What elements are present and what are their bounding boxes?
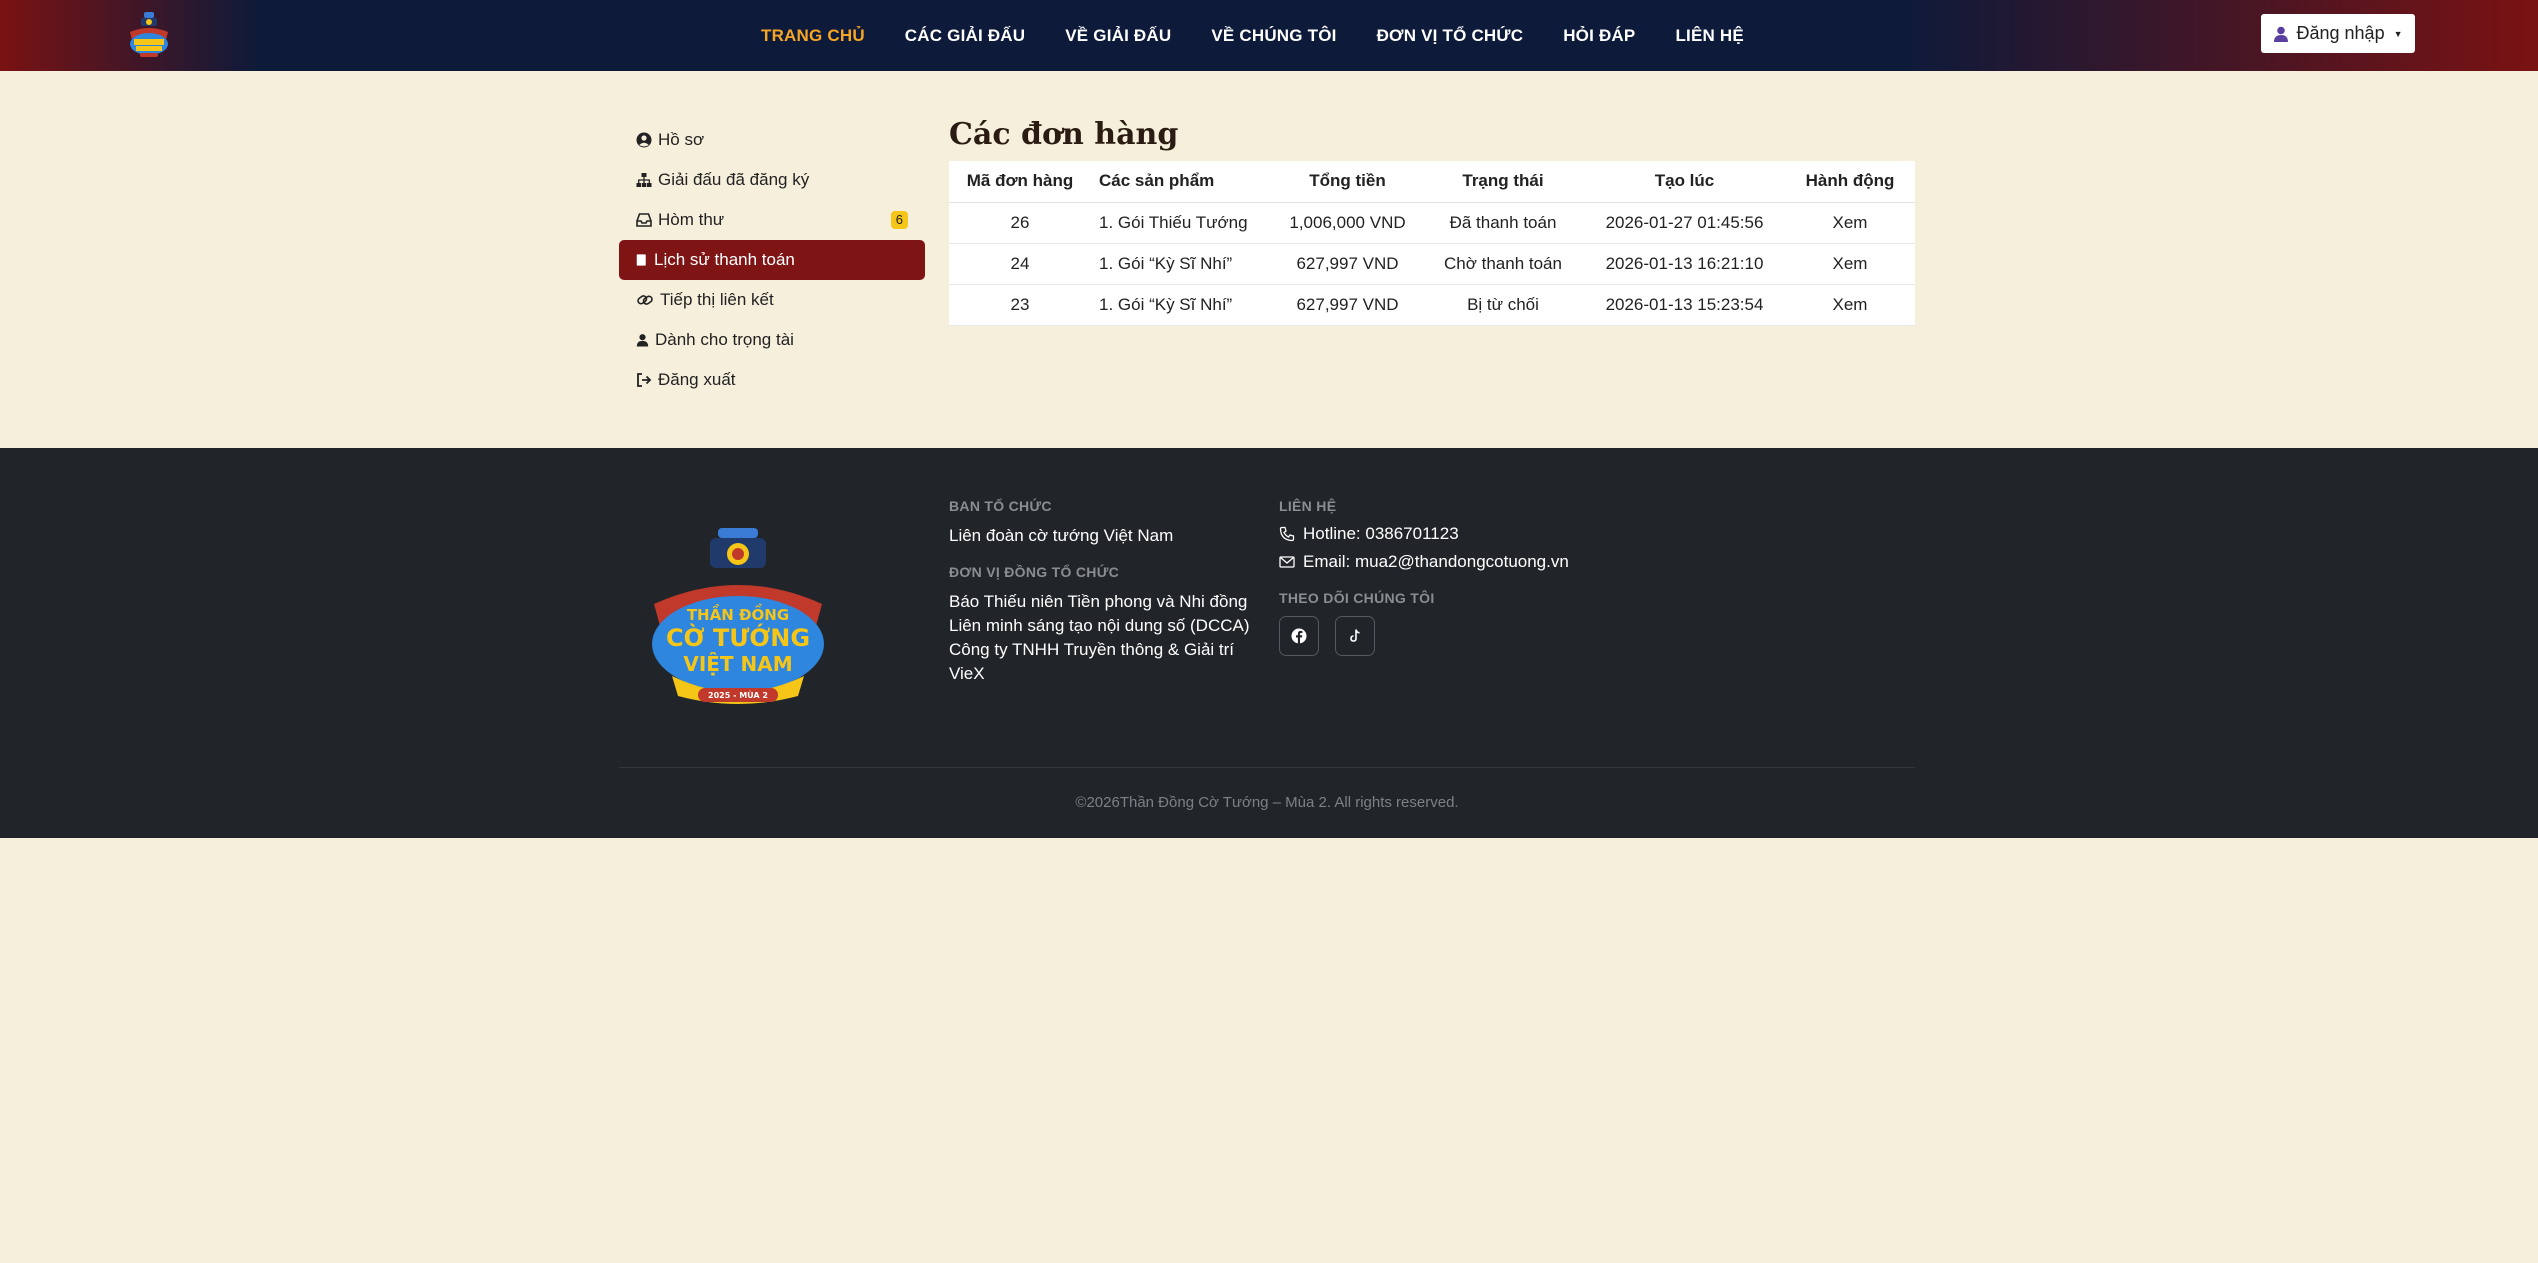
svg-text:CỜ TƯỚNG: CỜ TƯỚNG bbox=[666, 622, 810, 652]
order-status: Chờ thanh toán bbox=[1422, 243, 1584, 285]
order-created-at: 2026-01-27 01:45:56 bbox=[1584, 202, 1785, 244]
footer-divider bbox=[619, 767, 1915, 768]
table-row: 26 1. Gói Thiếu Tướng 1,006,000 VND Đã t… bbox=[949, 202, 1915, 244]
main-nav: TRANG CHỦ CÁC GIẢI ĐẤU VỀ GIẢI ĐẤU VỀ CH… bbox=[761, 0, 1784, 71]
view-order-link[interactable]: Xem bbox=[1785, 243, 1915, 285]
page-title: Các đơn hàng bbox=[949, 117, 1179, 152]
user-tie-icon bbox=[636, 334, 649, 347]
link-icon bbox=[637, 295, 653, 305]
column-header: Tạo lúc bbox=[1584, 161, 1785, 203]
hotline-row[interactable]: Hotline: 0386701123 bbox=[1279, 520, 1639, 548]
footer-organizers: BAN TỔ CHỨC Liên đoàn cờ tướng Việt Nam … bbox=[949, 498, 1259, 686]
svg-text:VIỆT NAM: VIỆT NAM bbox=[683, 652, 792, 676]
email-row[interactable]: Email: mua2@thandongcotuong.vn bbox=[1279, 548, 1639, 576]
order-created-at: 2026-01-13 15:23:54 bbox=[1584, 284, 1785, 326]
hotline-text: Hotline: 0386701123 bbox=[1303, 524, 1459, 543]
nav-about-tournament[interactable]: VỀ GIẢI ĐẤU bbox=[1065, 26, 1171, 46]
sidebar-item-label: Lịch sử thanh toán bbox=[654, 250, 795, 269]
user-icon bbox=[2273, 26, 2288, 42]
sidebar-item-label: Dành cho trọng tài bbox=[655, 330, 794, 349]
footer-contact: LIÊN HỆ Hotline: 0386701123 Email: mua2@… bbox=[1279, 498, 1639, 656]
nav-organizers[interactable]: ĐƠN VỊ TỔ CHỨC bbox=[1377, 26, 1524, 46]
co-organizer-name: VieX bbox=[949, 664, 985, 683]
view-order-link[interactable]: Xem bbox=[1785, 202, 1915, 244]
follow-heading: THEO DÕI CHÚNG TÔI bbox=[1279, 590, 1435, 606]
facebook-icon bbox=[1291, 628, 1307, 644]
view-order-link[interactable]: Xem bbox=[1785, 284, 1915, 326]
sidebar-item-label: Hòm thư bbox=[658, 210, 725, 229]
site-logo[interactable] bbox=[126, 10, 172, 60]
order-total: 1,006,000 VND bbox=[1273, 202, 1422, 244]
inbox-count-badge: 6 bbox=[890, 211, 908, 229]
column-header: Tổng tiền bbox=[1273, 161, 1422, 203]
tiktok-button[interactable] bbox=[1335, 616, 1375, 656]
site-footer: THẦN ĐỒNG CỜ TƯỚNG VIỆT NAM 2025 - MÙA 2… bbox=[0, 448, 2538, 838]
order-id: 24 bbox=[949, 243, 1091, 285]
organizer-name: Liên đoàn cờ tướng Việt Nam bbox=[949, 526, 1174, 545]
inbox-icon bbox=[636, 213, 652, 227]
user-circle-icon bbox=[636, 132, 652, 148]
sign-out-icon bbox=[637, 373, 652, 387]
sidebar-item-registered-tournaments[interactable]: Giải đấu đã đăng ký bbox=[619, 160, 925, 200]
contact-heading: LIÊN HỆ bbox=[1279, 498, 1337, 514]
order-total: 627,997 VND bbox=[1273, 243, 1422, 285]
sidebar-item-logout[interactable]: Đăng xuất bbox=[619, 360, 925, 400]
order-products: 1. Gói “Kỳ Sĩ Nhí” bbox=[1091, 284, 1273, 326]
footer-logo: THẦN ĐỒNG CỜ TƯỚNG VIỆT NAM 2025 - MÙA 2 bbox=[652, 528, 824, 704]
sidebar-item-affiliate[interactable]: Tiếp thị liên kết bbox=[619, 280, 925, 320]
column-header: Mã đơn hàng bbox=[949, 161, 1091, 203]
order-products: 1. Gói “Kỳ Sĩ Nhí” bbox=[1091, 243, 1273, 285]
tiktok-icon bbox=[1350, 629, 1360, 642]
sidebar-item-referee[interactable]: Dành cho trọng tài bbox=[619, 320, 925, 360]
table-row: 23 1. Gói “Kỳ Sĩ Nhí” 627,997 VND Bị từ … bbox=[949, 284, 1915, 326]
co-organizer-name: Báo Thiếu niên Tiền phong và Nhi đồng bbox=[949, 592, 1248, 611]
column-header: Trạng thái bbox=[1422, 161, 1584, 203]
sidebar-item-label: Tiếp thị liên kết bbox=[660, 290, 774, 309]
social-links bbox=[1279, 616, 1639, 656]
sidebar-item-label: Giải đấu đã đăng ký bbox=[658, 170, 810, 189]
svg-text:2025 - MÙA 2: 2025 - MÙA 2 bbox=[708, 689, 768, 700]
column-header: Hành động bbox=[1785, 161, 1915, 203]
email-text: Email: mua2@thandongcotuong.vn bbox=[1303, 552, 1569, 571]
receipt-icon bbox=[636, 254, 646, 266]
sidebar-item-profile[interactable]: Hồ sơ bbox=[619, 120, 925, 160]
order-id: 26 bbox=[949, 202, 1091, 244]
order-created-at: 2026-01-13 16:21:10 bbox=[1584, 243, 1785, 285]
sidebar-item-label: Đăng xuất bbox=[658, 370, 736, 389]
top-navbar: TRANG CHỦ CÁC GIẢI ĐẤU VỀ GIẢI ĐẤU VỀ CH… bbox=[0, 0, 2538, 71]
login-dropdown-button[interactable]: Đăng nhập ▼ bbox=[2261, 14, 2415, 53]
nav-tournaments[interactable]: CÁC GIẢI ĐẤU bbox=[905, 26, 1025, 46]
table-row: 24 1. Gói “Kỳ Sĩ Nhí” 627,997 VND Chờ th… bbox=[949, 243, 1915, 285]
sitemap-icon bbox=[636, 173, 652, 187]
facebook-button[interactable] bbox=[1279, 616, 1319, 656]
sidebar-item-inbox[interactable]: Hòm thư 6 bbox=[619, 200, 925, 240]
nav-faq[interactable]: HỎI ĐÁP bbox=[1563, 26, 1635, 46]
svg-text:THẦN ĐỒNG: THẦN ĐỒNG bbox=[687, 602, 789, 624]
caret-down-icon: ▼ bbox=[2393, 28, 2403, 39]
nav-about-us[interactable]: VỀ CHÚNG TÔI bbox=[1211, 26, 1336, 46]
sidebar-item-payment-history[interactable]: Lịch sử thanh toán bbox=[619, 240, 925, 280]
envelope-icon bbox=[1279, 556, 1295, 568]
table-header-row: Mã đơn hàng Các sản phẩm Tổng tiền Trạng… bbox=[949, 161, 1915, 203]
nav-contact[interactable]: LIÊN HỆ bbox=[1675, 26, 1743, 46]
order-id: 23 bbox=[949, 284, 1091, 326]
co-organizer-heading: ĐƠN VỊ ĐỒNG TỔ CHỨC bbox=[949, 564, 1120, 580]
order-status: Bị từ chối bbox=[1422, 284, 1584, 326]
order-status: Đã thanh toán bbox=[1422, 202, 1584, 244]
co-organizer-name: Liên minh sáng tạo nội dung số (DCCA) bbox=[949, 616, 1250, 635]
column-header: Các sản phẩm bbox=[1091, 161, 1273, 203]
order-products: 1. Gói Thiếu Tướng bbox=[1091, 202, 1273, 244]
sidebar-item-label: Hồ sơ bbox=[658, 130, 705, 149]
account-sidebar: Hồ sơ Giải đấu đã đăng ký Hòm thư 6 Lịch… bbox=[619, 120, 925, 400]
phone-icon bbox=[1279, 526, 1295, 542]
nav-home[interactable]: TRANG CHỦ bbox=[761, 26, 865, 46]
login-label: Đăng nhập bbox=[2296, 23, 2385, 43]
order-total: 627,997 VND bbox=[1273, 284, 1422, 326]
orders-table: Mã đơn hàng Các sản phẩm Tổng tiền Trạng… bbox=[949, 161, 1915, 326]
copyright-text: ©2026Thần Đồng Cờ Tướng – Mùa 2. All rig… bbox=[1075, 794, 1459, 811]
organizer-heading: BAN TỔ CHỨC bbox=[949, 498, 1052, 514]
co-organizer-name: Công ty TNHH Truyền thông & Giải trí bbox=[949, 640, 1235, 659]
